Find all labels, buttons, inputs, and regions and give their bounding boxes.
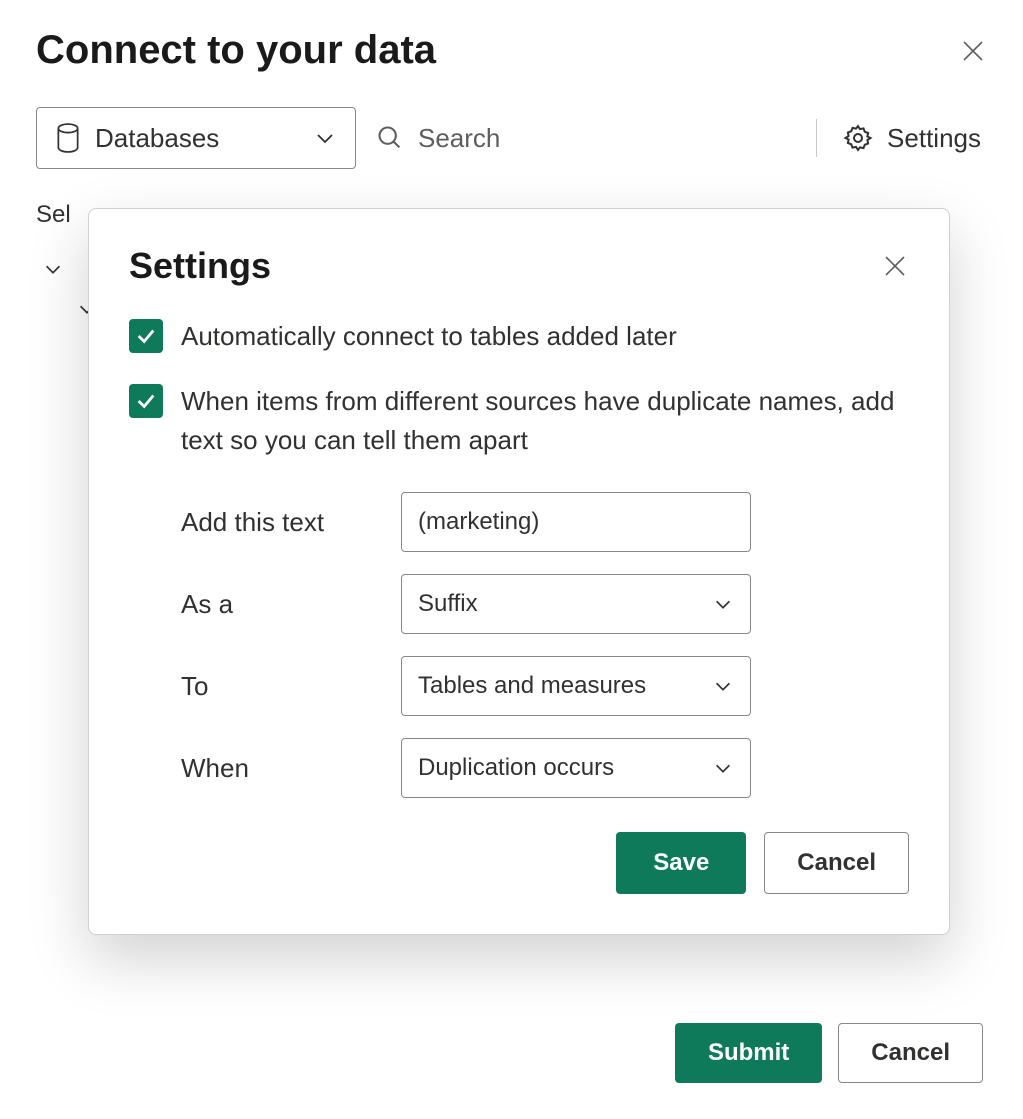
chevron-down-icon: [712, 593, 734, 615]
chevron-down-icon: [712, 675, 734, 697]
settings-button[interactable]: Settings: [837, 123, 987, 154]
search-placeholder: Search: [418, 123, 500, 154]
as-select-value: Suffix: [418, 590, 478, 618]
modal-close-button[interactable]: [881, 252, 909, 280]
data-source-select[interactable]: Databases: [36, 107, 356, 169]
data-source-selected-label: Databases: [95, 123, 219, 154]
toolbar-divider: [816, 119, 817, 157]
save-button[interactable]: Save: [616, 832, 746, 894]
modal-title: Settings: [129, 245, 271, 287]
to-label: To: [181, 671, 381, 702]
search-icon: [376, 124, 404, 152]
duplicate-names-row: When items from different sources have d…: [129, 382, 909, 460]
page-title: Connect to your data: [36, 28, 436, 73]
header-row: Connect to your data: [36, 28, 987, 73]
check-icon: [135, 325, 157, 347]
duplicate-names-checkbox[interactable]: [129, 384, 163, 418]
search-area[interactable]: Search: [376, 123, 796, 154]
auto-connect-label: Automatically connect to tables added la…: [181, 317, 677, 356]
settings-modal: Settings Automatically connect to tables…: [88, 208, 950, 935]
footer-buttons: Submit Cancel: [675, 1023, 983, 1083]
modal-header: Settings: [129, 245, 909, 287]
when-select-value: Duplication occurs: [418, 754, 614, 782]
when-label: When: [181, 753, 381, 784]
cancel-button[interactable]: Cancel: [838, 1023, 983, 1083]
to-select[interactable]: Tables and measures: [401, 656, 751, 716]
auto-connect-row: Automatically connect to tables added la…: [129, 317, 909, 356]
toolbar: Databases Search Settings: [36, 107, 987, 169]
close-button[interactable]: [959, 37, 987, 65]
close-icon: [883, 254, 907, 278]
duplicate-names-label: When items from different sources have d…: [181, 382, 909, 460]
close-icon: [961, 39, 985, 63]
settings-label: Settings: [887, 123, 981, 154]
as-label: As a: [181, 589, 381, 620]
as-select[interactable]: Suffix: [401, 574, 751, 634]
settings-form-grid: Add this text As a Suffix To Tables and …: [181, 492, 909, 798]
add-text-label: Add this text: [181, 507, 381, 538]
database-icon: [55, 123, 81, 153]
when-select[interactable]: Duplication occurs: [401, 738, 751, 798]
to-select-value: Tables and measures: [418, 672, 646, 700]
check-icon: [135, 390, 157, 412]
gear-icon: [843, 123, 873, 153]
chevron-down-icon: [42, 258, 64, 280]
modal-cancel-button[interactable]: Cancel: [764, 832, 909, 894]
auto-connect-checkbox[interactable]: [129, 319, 163, 353]
chevron-down-icon: [313, 126, 337, 150]
chevron-down-icon: [712, 757, 734, 779]
modal-footer: Save Cancel: [129, 832, 909, 894]
submit-button[interactable]: Submit: [675, 1023, 822, 1083]
add-text-input[interactable]: [401, 492, 751, 552]
connect-data-panel: Connect to your data Databases: [0, 0, 1023, 1119]
